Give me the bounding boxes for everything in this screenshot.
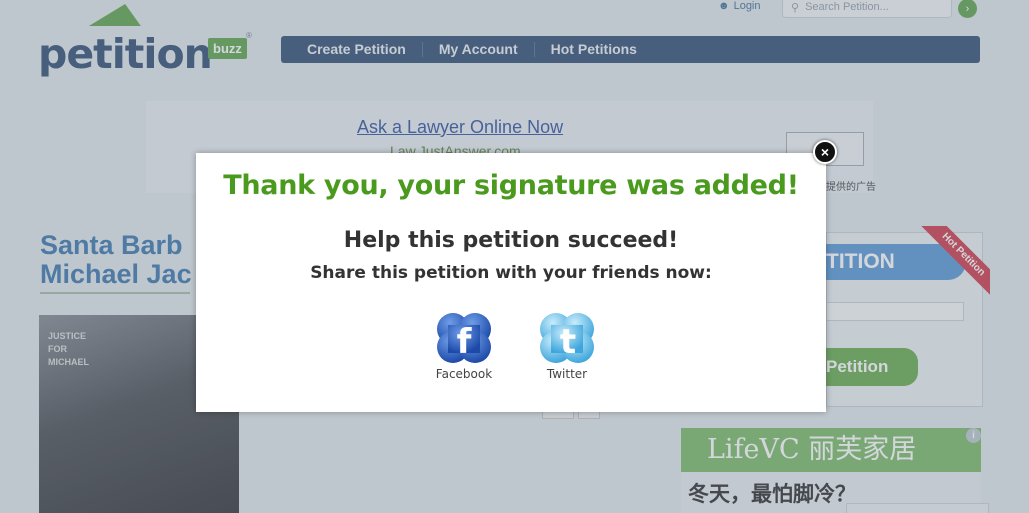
twitter-icon: t (540, 313, 594, 363)
dialog-title: Thank you, your signature was added! (223, 170, 799, 201)
facebook-share-button[interactable]: f Facebook (429, 311, 499, 381)
facebook-icon: f (437, 313, 491, 363)
twitter-share-button[interactable]: t Twitter (532, 311, 602, 381)
dialog-subtitle: Help this petition succeed! (343, 228, 679, 253)
facebook-share-label: Facebook (435, 367, 493, 381)
svg-text:f: f (457, 322, 473, 362)
twitter-share-label: Twitter (546, 367, 588, 381)
close-icon[interactable]: × (813, 140, 837, 164)
dialog-share-prompt: Share this petition with your friends no… (310, 263, 712, 283)
signature-confirmation-dialog: Thank you, your signature was added! Hel… (196, 153, 826, 412)
svg-text:t: t (560, 322, 576, 362)
